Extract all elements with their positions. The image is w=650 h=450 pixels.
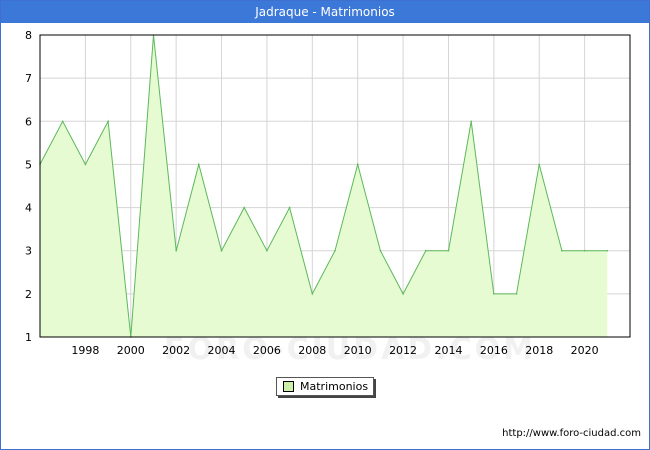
y-tick-label: 6: [25, 115, 32, 128]
data-point: [424, 249, 427, 252]
data-point: [356, 163, 359, 166]
x-tick-label: 2004: [208, 344, 236, 357]
data-point: [243, 206, 246, 209]
x-tick-label: 2014: [434, 344, 462, 357]
y-tick-label: 5: [25, 158, 32, 171]
legend-swatch: [283, 381, 294, 392]
data-point: [402, 293, 404, 295]
x-tick-label: 1998: [71, 344, 99, 357]
x-tick-label: 2002: [162, 344, 190, 357]
data-point: [447, 249, 450, 252]
data-point: [220, 249, 223, 252]
data-point: [266, 249, 268, 252]
data-point: [561, 249, 563, 252]
y-tick-label: 1: [25, 331, 32, 344]
legend: Matrimonios: [276, 377, 374, 396]
data-point: [334, 249, 336, 252]
data-point: [606, 249, 609, 252]
x-tick-label: 2000: [117, 344, 145, 357]
data-point: [107, 120, 109, 123]
x-tick-label: 2016: [480, 344, 508, 357]
data-point: [288, 206, 291, 209]
y-tick-label: 2: [25, 288, 32, 301]
data-point: [311, 293, 314, 295]
y-tick-label: 3: [25, 245, 32, 258]
data-point: [61, 120, 64, 123]
data-point: [538, 163, 541, 166]
legend-label: Matrimonios: [300, 380, 369, 393]
data-point: [470, 120, 472, 123]
x-tick-label: 2020: [571, 344, 599, 357]
data-point: [198, 163, 200, 166]
data-point: [175, 249, 177, 252]
x-tick-label: 2012: [389, 344, 417, 357]
data-point: [84, 163, 87, 166]
data-point: [583, 249, 586, 252]
y-tick-label: 7: [25, 72, 32, 85]
x-tick-label: 2010: [344, 344, 372, 357]
data-point: [515, 293, 518, 295]
data-point: [493, 293, 495, 295]
x-tick-label: 2018: [525, 344, 553, 357]
x-tick-label: 2008: [298, 344, 326, 357]
y-tick-label: 8: [25, 29, 32, 42]
source-url: http://www.foro-ciudad.com: [502, 428, 641, 439]
y-tick-label: 4: [25, 202, 32, 215]
x-tick-label: 2006: [253, 344, 281, 357]
data-point: [379, 249, 382, 252]
